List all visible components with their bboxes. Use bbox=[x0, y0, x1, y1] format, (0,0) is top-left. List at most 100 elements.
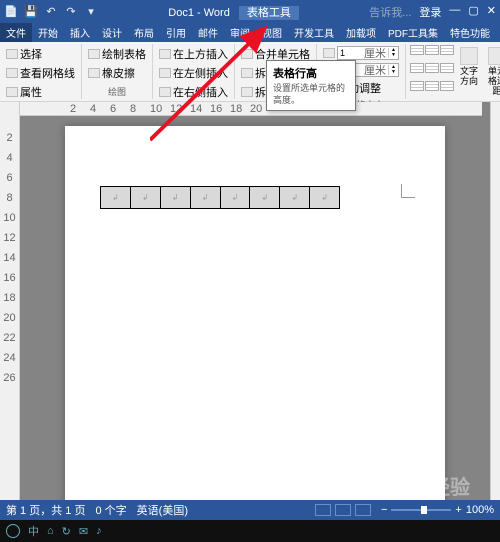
word-count[interactable]: 0 个字 bbox=[95, 502, 126, 518]
table-cell[interactable]: ↲ bbox=[190, 187, 220, 209]
draw-table-button[interactable]: 绘制表格 bbox=[86, 45, 148, 63]
redo-icon[interactable]: ↷ bbox=[64, 5, 78, 19]
down-arrow-icon[interactable]: ▼ bbox=[389, 70, 398, 75]
align-ml[interactable] bbox=[410, 63, 424, 73]
insert-above-button[interactable]: 在上方插入 bbox=[157, 45, 230, 63]
split-icon bbox=[241, 68, 253, 78]
table-cell[interactable]: ↲ bbox=[250, 187, 280, 209]
tab-insert[interactable]: 插入 bbox=[64, 23, 96, 42]
tab-file[interactable]: 文件 bbox=[0, 23, 32, 42]
eraser-icon bbox=[88, 68, 100, 78]
text-direction-icon bbox=[460, 47, 478, 65]
qat-more-icon[interactable]: ▾ bbox=[84, 5, 98, 19]
tooltip-title: 表格行高 bbox=[273, 65, 349, 81]
taskbar-icon[interactable]: ⌂ bbox=[47, 525, 54, 537]
insert-left-button[interactable]: 在左侧插入 bbox=[157, 64, 230, 82]
view-print[interactable] bbox=[335, 504, 351, 516]
zoom-slider[interactable] bbox=[391, 509, 451, 511]
tab-features[interactable]: 特色功能 bbox=[444, 23, 496, 42]
eraser-button[interactable]: 橡皮擦 bbox=[86, 64, 148, 82]
page-indicator[interactable]: 第 1 页，共 1 页 bbox=[6, 502, 85, 518]
split-table-icon bbox=[241, 87, 253, 97]
tooltip-body: 设置所选单元格的高度。 bbox=[273, 83, 349, 106]
group-alignment: 文字方向 单元格边距 对齐方式 bbox=[406, 44, 500, 99]
view-gridlines-button[interactable]: 查看网格线 bbox=[4, 64, 77, 82]
vertical-scrollbar[interactable] bbox=[490, 102, 500, 500]
tab-mailings[interactable]: 邮件 bbox=[192, 23, 224, 42]
align-mc[interactable] bbox=[425, 63, 439, 73]
login-button[interactable]: 登录 bbox=[419, 4, 441, 20]
align-bc[interactable] bbox=[425, 81, 439, 91]
undo-icon[interactable]: ↶ bbox=[44, 5, 58, 19]
tab-layout[interactable]: 布局 bbox=[128, 23, 160, 42]
properties-button[interactable]: 属性 bbox=[4, 83, 77, 101]
close-button[interactable]: ✕ bbox=[487, 4, 496, 20]
tab-review[interactable]: 审阅 bbox=[224, 23, 256, 42]
tab-foxit[interactable]: 福昕PDF bbox=[496, 23, 500, 42]
merge-icon bbox=[241, 49, 253, 59]
zoom-out[interactable]: − bbox=[381, 504, 387, 516]
group-draw: 绘制表格 橡皮擦 绘图 bbox=[82, 44, 153, 99]
group-rows-cols: 在上方插入 在左侧插入 在右侧插入 行和列 bbox=[153, 44, 235, 99]
view-web[interactable] bbox=[355, 504, 371, 516]
align-br[interactable] bbox=[440, 81, 454, 91]
taskbar-ime-icon[interactable]: 中 bbox=[28, 523, 39, 539]
text-direction-button[interactable]: 文字方向 bbox=[456, 45, 482, 99]
table-cell[interactable]: ↲ bbox=[280, 187, 310, 209]
workspace: 2468101214161820222426 2468101214161820 … bbox=[0, 102, 500, 500]
document-title: Doc1 - Word bbox=[168, 7, 230, 19]
down-arrow-icon[interactable]: ▼ bbox=[389, 53, 398, 58]
ribbon: 选择 查看网格线 属性 表 绘制表格 橡皮擦 绘图 在上方插入 在左侧插入 在右… bbox=[0, 42, 500, 102]
vertical-ruler: 2468101214161820222426 bbox=[0, 102, 20, 500]
zoom-level[interactable]: 100% bbox=[466, 504, 494, 516]
table-cell[interactable]: ↲ bbox=[220, 187, 250, 209]
row-height-field[interactable]: 厘米▲▼ bbox=[321, 45, 401, 61]
row-height-input[interactable] bbox=[338, 48, 362, 58]
view-read[interactable] bbox=[315, 504, 331, 516]
statusbar: 第 1 页，共 1 页 0 个字 英语(美国) − + 100% bbox=[0, 500, 500, 520]
zoom-in[interactable]: + bbox=[455, 504, 461, 516]
align-tc[interactable] bbox=[425, 45, 439, 55]
align-bl[interactable] bbox=[410, 81, 424, 91]
select-button[interactable]: 选择 bbox=[4, 45, 77, 63]
save-icon[interactable]: 💾 bbox=[24, 5, 38, 19]
table-cell[interactable]: ↲ bbox=[310, 187, 340, 209]
taskbar-icon[interactable]: ✉ bbox=[79, 525, 88, 538]
taskbar-icon[interactable]: ♪ bbox=[96, 525, 102, 537]
document-table[interactable]: ↲↲↲↲↲↲↲↲ bbox=[100, 186, 340, 209]
tab-view[interactable]: 视图 bbox=[256, 23, 288, 42]
table-cell[interactable]: ↲ bbox=[101, 187, 131, 209]
group-table: 选择 查看网格线 属性 表 bbox=[0, 44, 82, 99]
taskbar-app-icon[interactable] bbox=[6, 524, 20, 538]
insert-right-button[interactable]: 在右侧插入 bbox=[157, 83, 230, 101]
align-tl[interactable] bbox=[410, 45, 424, 55]
maximize-button[interactable]: ▢ bbox=[468, 4, 478, 20]
pencil-icon bbox=[88, 49, 100, 59]
insert-right-icon bbox=[159, 87, 171, 97]
tab-home[interactable]: 开始 bbox=[32, 23, 64, 42]
page-area[interactable]: 2468101214161820 ↲↲↲↲↲↲↲↲ bbox=[20, 102, 490, 500]
table-cell[interactable]: ↲ bbox=[130, 187, 160, 209]
tab-design[interactable]: 设计 bbox=[96, 23, 128, 42]
context-tab-label: 表格工具 bbox=[239, 6, 299, 20]
align-tr[interactable] bbox=[440, 45, 454, 55]
margin-corner bbox=[401, 184, 415, 198]
cell-margins-button[interactable]: 单元格边距 bbox=[484, 45, 500, 99]
select-icon bbox=[6, 49, 18, 59]
tab-developer[interactable]: 开发工具 bbox=[288, 23, 340, 42]
language-indicator[interactable]: 英语(美国) bbox=[137, 502, 188, 518]
tab-addins[interactable]: 加载项 bbox=[340, 23, 382, 42]
group-draw-label: 绘图 bbox=[86, 84, 148, 98]
tooltip: 表格行高 设置所选单元格的高度。 bbox=[266, 60, 356, 111]
tab-pdftools[interactable]: PDF工具集 bbox=[382, 23, 444, 42]
taskbar-icon[interactable]: ↻ bbox=[62, 525, 71, 538]
minimize-button[interactable]: — bbox=[449, 4, 460, 20]
align-mr[interactable] bbox=[440, 63, 454, 73]
zoom-control: − + 100% bbox=[381, 504, 494, 516]
height-icon bbox=[323, 48, 335, 58]
ribbon-tabs: 文件 开始 插入 设计 布局 引用 邮件 审阅 视图 开发工具 加载项 PDF工… bbox=[0, 23, 500, 42]
table-cell[interactable]: ↲ bbox=[160, 187, 190, 209]
document-page[interactable]: ↲↲↲↲↲↲↲↲ bbox=[65, 126, 445, 500]
tell-me-search[interactable]: 告诉我... bbox=[369, 4, 411, 20]
tab-references[interactable]: 引用 bbox=[160, 23, 192, 42]
